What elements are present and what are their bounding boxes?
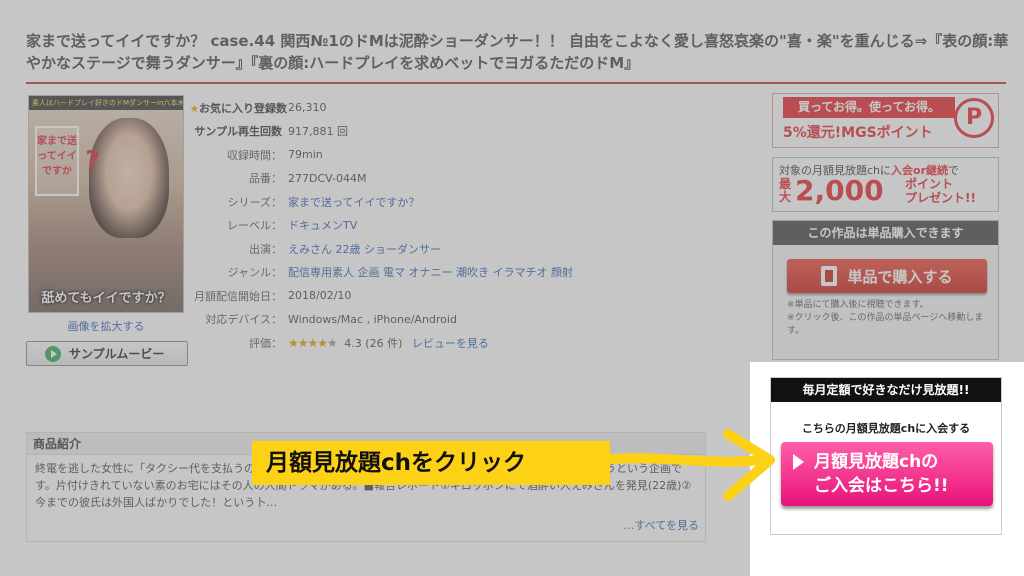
monthly-join-line2: ご入会はこちら!! — [814, 476, 949, 496]
annotation-callout: 月額見放題chをクリック — [252, 441, 610, 485]
arrow-right-icon — [793, 454, 804, 470]
monthly-join-button[interactable]: 月額見放題chの ご入会はこちら!! — [781, 442, 993, 506]
annotation-arrow-icon — [600, 429, 775, 501]
monthly-subheading: こちらの月額見放題chに入会する — [801, 422, 971, 435]
monthly-subscription-box: 毎月定額で好きなだけ見放題!! こちらの月額見放題chに入会する 月額見放題ch… — [770, 377, 1002, 535]
monthly-join-line1: 月額見放題chの — [814, 452, 939, 472]
monthly-heading: 毎月定額で好きなだけ見放題!! — [771, 378, 1001, 402]
dim-overlay — [0, 0, 1024, 362]
